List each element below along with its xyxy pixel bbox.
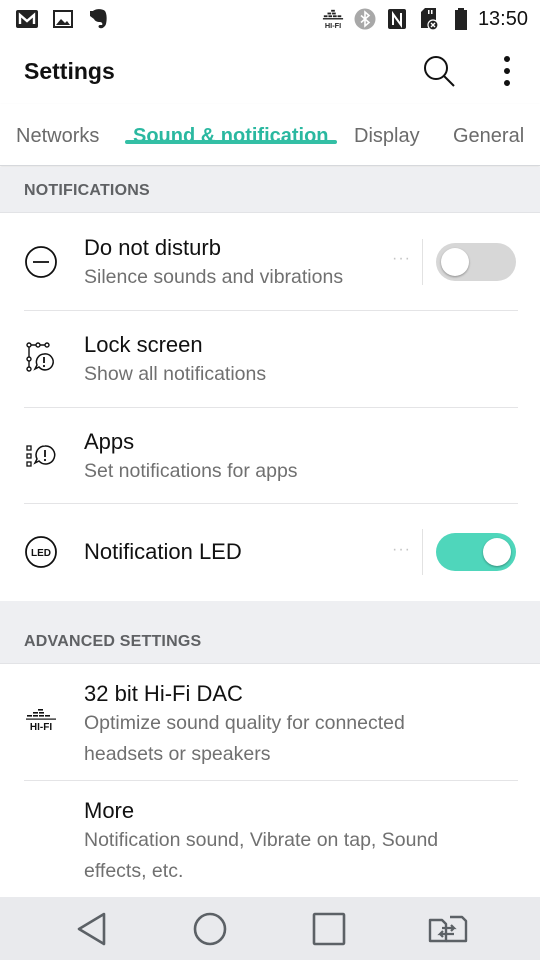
list-item-apps[interactable]: Apps Set notifications for apps: [0, 408, 540, 504]
svg-text:HI-FI: HI-FI: [30, 722, 52, 733]
search-icon: [424, 56, 455, 87]
page-title: Settings: [24, 57, 115, 84]
back-button[interactable]: [70, 907, 114, 951]
gmail-icon: [16, 8, 38, 30]
item-title: 32 bit Hi-Fi DAC: [84, 681, 243, 706]
item-title: Lock screen: [84, 332, 203, 357]
tab-sound-notification[interactable]: Sound & notification: [125, 104, 337, 148]
dual-window-button[interactable]: [426, 907, 470, 951]
section-header-notifications: NOTIFICATIONS: [0, 167, 540, 213]
section-title: NOTIFICATIONS: [24, 182, 150, 199]
recents-icon: [312, 912, 346, 946]
item-title: Notification LED: [84, 539, 242, 564]
item-subtitle-line2: headsets or speakers: [84, 743, 271, 765]
dual-window-icon: [428, 915, 468, 943]
list-item-notification-led[interactable]: LED Notification LED ···: [0, 504, 540, 601]
notification-led-toggle[interactable]: [436, 533, 516, 571]
nfc-icon: [386, 8, 408, 30]
svg-text:HI-FI: HI-FI: [325, 21, 341, 30]
item-subtitle-line1: Notification sound, Vibrate on tap, Soun…: [84, 829, 439, 851]
search-button[interactable]: [414, 46, 464, 96]
item-title: More: [84, 798, 135, 823]
apps-notification-icon: [24, 439, 58, 473]
list-item-do-not-disturb[interactable]: Do not disturb Silence sounds and vibrat…: [0, 214, 540, 311]
item-subtitle-line1: Optimize sound quality for connected: [84, 712, 405, 734]
sd-card-error-icon: [418, 8, 440, 31]
recents-button[interactable]: [307, 907, 351, 951]
item-subtitle: Silence sounds and vibrations: [84, 266, 344, 288]
battery-icon: [450, 8, 472, 30]
status-bar: HI-FI 13:50: [0, 0, 540, 38]
list-item-hifi-dac[interactable]: HI-FI 32 bit Hi-Fi DAC Optimize sound qu…: [0, 664, 540, 781]
home-button[interactable]: [188, 907, 232, 951]
more-options-dots[interactable]: ···: [392, 541, 411, 559]
overflow-menu-icon: [504, 56, 510, 86]
item-title: Do not disturb: [84, 235, 221, 260]
toggle-knob: [441, 248, 469, 276]
app-bar: Settings: [0, 38, 540, 104]
section-header-advanced-settings: ADVANCED SETTINGS: [0, 601, 540, 664]
vertical-separator: [422, 529, 423, 575]
navigation-bar: [0, 897, 540, 960]
clock: 13:50: [477, 7, 528, 30]
tab-networks[interactable]: Networks: [16, 104, 99, 148]
vertical-separator: [422, 239, 423, 285]
item-subtitle-line2: effects, etc.: [84, 860, 184, 882]
section-title: ADVANCED SETTINGS: [24, 633, 202, 650]
gallery-icon: [52, 8, 74, 30]
tab-display[interactable]: Display: [354, 104, 420, 148]
list-item-lock-screen[interactable]: Lock screen Show all notifications: [0, 311, 540, 408]
tab-bar: Networks Sound & notification Display Ge…: [0, 104, 540, 166]
do-not-disturb-icon: [24, 245, 58, 279]
more-options-dots[interactable]: ···: [392, 250, 411, 268]
led-icon: LED: [24, 535, 58, 569]
home-icon: [193, 912, 227, 946]
back-icon: [77, 912, 106, 946]
lock-screen-notification-icon: [24, 341, 58, 375]
hifi-dac-icon: HI-FI: [24, 706, 58, 740]
overflow-menu-button[interactable]: [482, 46, 532, 96]
tab-general[interactable]: General: [453, 104, 524, 148]
item-subtitle: Set notifications for apps: [84, 460, 298, 482]
hifi-icon: HI-FI: [322, 8, 344, 30]
svg-text:LED: LED: [31, 548, 51, 559]
list-item-more[interactable]: More Notification sound, Vibrate on tap,…: [0, 781, 540, 897]
item-subtitle: Show all notifications: [84, 363, 267, 385]
evernote-icon: [88, 8, 110, 30]
bluetooth-icon: [354, 8, 376, 30]
item-title: Apps: [84, 429, 135, 454]
toggle-knob: [483, 538, 511, 566]
do-not-disturb-toggle[interactable]: [436, 243, 516, 281]
